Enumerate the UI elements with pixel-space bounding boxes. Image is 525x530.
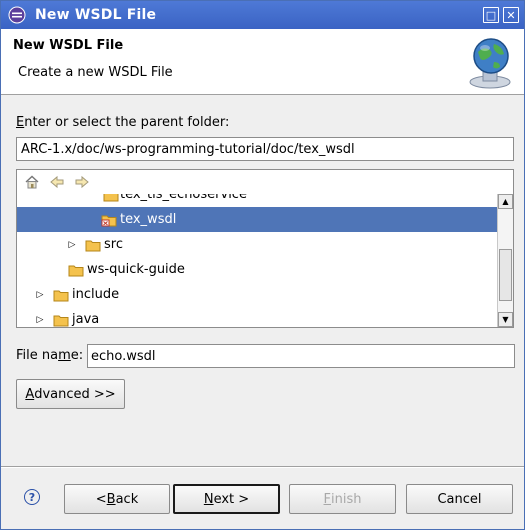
tree-item-label: java [72,312,100,327]
next-button[interactable]: Next > [173,484,280,514]
file-name-input[interactable] [87,344,515,368]
scroll-up-arrow-icon[interactable]: ▲ [498,194,513,209]
tree-toolbar [17,170,497,194]
tree-vertical-scrollbar[interactable]: ▲ ▼ [497,194,513,327]
folder-tree[interactable]: tex_tls_echoservice tex_wsdl ▷ src ws-qu… [16,169,514,328]
help-icon[interactable]: ? [24,489,40,505]
file-name-label-post: e: [70,348,84,363]
finish-button: Finish [289,484,396,514]
wizard-heading: New WSDL File [13,38,124,53]
back-button[interactable]: < Back [64,484,170,514]
file-name-mnemonic: m [58,348,71,363]
tree-item-selected[interactable]: tex_wsdl [17,207,497,232]
back-label-pre: < [95,491,107,507]
back-mnemonic: B [106,491,116,507]
title-bar[interactable]: New WSDL File □ ✕ [1,1,524,29]
folder-icon [53,315,69,326]
tree-item-label: include [72,287,120,302]
tree-item-label: tex_tls_echoservice [120,194,247,202]
home-icon[interactable] [24,174,40,190]
folder-icon [53,290,69,301]
back-label: ack [115,491,139,507]
button-bar-separator-highlight [1,467,524,468]
parent-folder-label-text: nter or select the parent folder: [24,115,230,130]
folder-icon [85,240,101,251]
tree-item[interactable]: ▷ src [17,232,497,257]
parent-folder-mnemonic: E [16,115,25,130]
close-button[interactable]: ✕ [503,7,519,23]
tree-item-label: src [104,237,123,252]
folder-icon [103,194,119,201]
wsdl-folder-icon [101,215,117,226]
tree-item-label: ws-quick-guide [87,262,185,277]
eclipse-icon [8,6,26,24]
forward-arrow-icon[interactable] [74,174,90,190]
wizard-description: Create a new WSDL File [18,65,173,80]
scroll-down-arrow-icon[interactable]: ▼ [498,312,513,327]
tree-item[interactable]: ws-quick-guide [17,257,497,282]
tree-item[interactable]: ▷ java [17,307,497,327]
file-name-label: File name: [16,348,83,363]
maximize-button[interactable]: □ [483,7,499,23]
wizard-banner: New WSDL File Create a new WSDL File [1,29,524,95]
folder-icon [68,265,84,276]
new-wsdl-dialog: New WSDL File □ ✕ New WSDL File Create a… [0,0,525,530]
parent-folder-label: Enter or select the parent folder: [16,115,229,130]
parent-folder-input[interactable] [16,137,514,161]
expand-arrow-icon[interactable]: ▷ [35,290,45,300]
scrollbar-thumb[interactable] [499,249,512,301]
tree-item-label: tex_wsdl [120,212,177,227]
advanced-mnemonic: A [25,386,35,402]
next-mnemonic: N [203,491,214,507]
advanced-label: dvanced >> [34,386,116,402]
file-name-label-pre: File na [16,348,59,363]
cancel-button[interactable]: Cancel [406,484,513,514]
expand-arrow-icon[interactable]: ▷ [67,240,77,250]
finish-label: inish [331,491,362,507]
tree-item[interactable]: ▷ include [17,282,497,307]
back-arrow-icon[interactable] [49,174,65,190]
advanced-button[interactable]: Advanced >> [16,379,125,409]
expand-arrow-icon[interactable]: ▷ [35,315,45,325]
window-title: New WSDL File [35,7,157,23]
next-label: ext > [213,491,250,507]
wsdl-globe-icon [469,38,511,89]
tree-item[interactable]: tex_tls_echoservice [17,194,497,207]
finish-mnemonic: F [323,491,331,507]
tree-rows: tex_tls_echoservice tex_wsdl ▷ src ws-qu… [17,194,497,327]
